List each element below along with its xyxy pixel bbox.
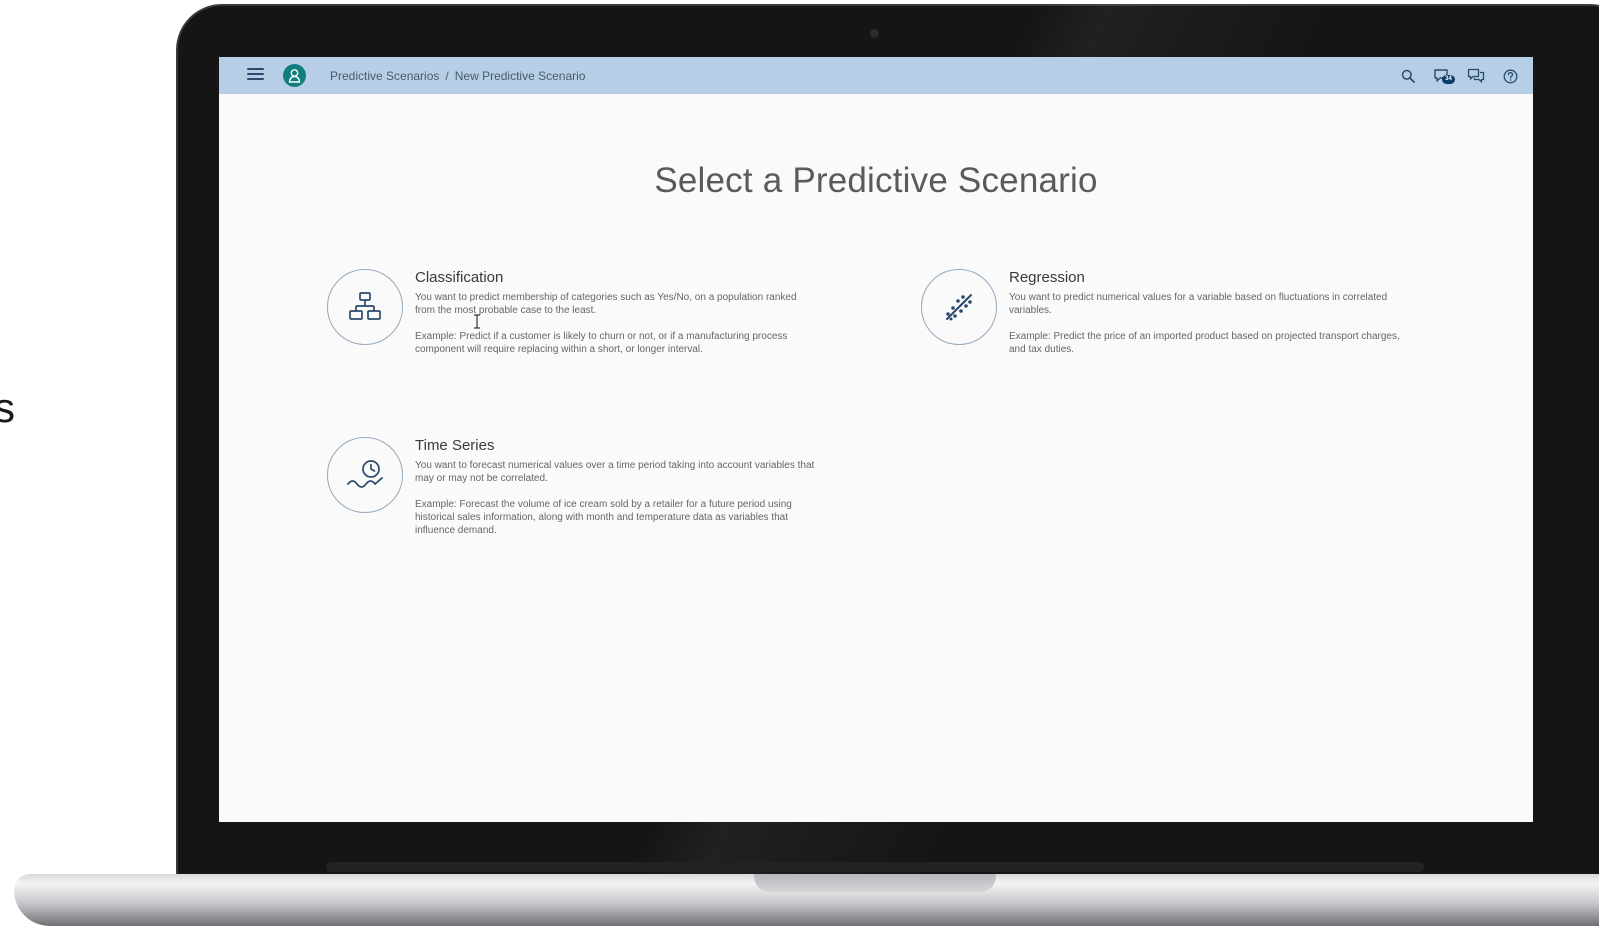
shell-bar: Predictive Scenarios / New Predictive Scen… [219,57,1533,94]
scenario-example: Example: Predict if a customer is likely… [415,331,788,355]
user-icon [288,69,301,83]
app-screen: Predictive Scenarios / New Predictive Scen… [219,57,1533,822]
hierarchy-icon [349,292,381,320]
help-icon [1503,69,1517,83]
search-icon [1401,69,1415,83]
scenario-example: Example: Forecast the volume of ice crea… [415,499,792,536]
breadcrumb: Predictive Scenarios / New Predictive Scen… [330,69,585,83]
search-button[interactable] [1397,65,1419,87]
notifications-button[interactable]: 34 [1431,65,1455,87]
scenario-tile-body: Time Series You want to forecast numeric… [415,437,815,537]
scenario-example: Example: Predict the price of an importe… [1009,331,1400,355]
help-button[interactable] [1499,65,1521,87]
scenario-tile-body: Classification You want to predict membe… [415,269,815,356]
scenario-title: Regression [1009,269,1085,286]
laptop-base-notch [754,874,996,892]
scenario-description: You want to predict numerical values for… [1009,292,1388,316]
notification-count-badge: 34 [1442,75,1455,84]
breadcrumb-predictive-scenarios[interactable]: Predictive Scenarios [330,69,439,83]
scenario-tile-body: Regression You want to predict numerical… [1009,269,1409,356]
stage: s Predictive Scenarios / New Predictive Sc… [0,0,1599,946]
shell-actions: 34 [1397,65,1521,87]
laptop-camera [870,29,879,38]
menu-icon[interactable] [247,68,264,82]
feedback-button[interactable] [1465,65,1487,87]
scenario-icon-circle [921,269,997,345]
scenario-title: Time Series [415,437,495,454]
regression-icon [946,294,972,321]
breadcrumb-separator: / [445,69,449,83]
scenario-icon-circle [327,269,403,345]
breadcrumb-current: New Predictive Scenario [454,69,586,83]
feedback-icon [1467,68,1485,83]
background-cut-letter: s [0,384,15,431]
user-avatar[interactable] [283,64,306,87]
scenario-title: Classification [415,269,504,286]
laptop-bezel-strip [326,862,1424,872]
time-series-icon [347,460,383,488]
scenario-description: You want to forecast numerical values ov… [415,460,815,484]
page-title: Select a Predictive Scenario [654,161,1098,200]
scenario-icon-circle [327,437,403,513]
text-cursor-icon [474,314,480,329]
